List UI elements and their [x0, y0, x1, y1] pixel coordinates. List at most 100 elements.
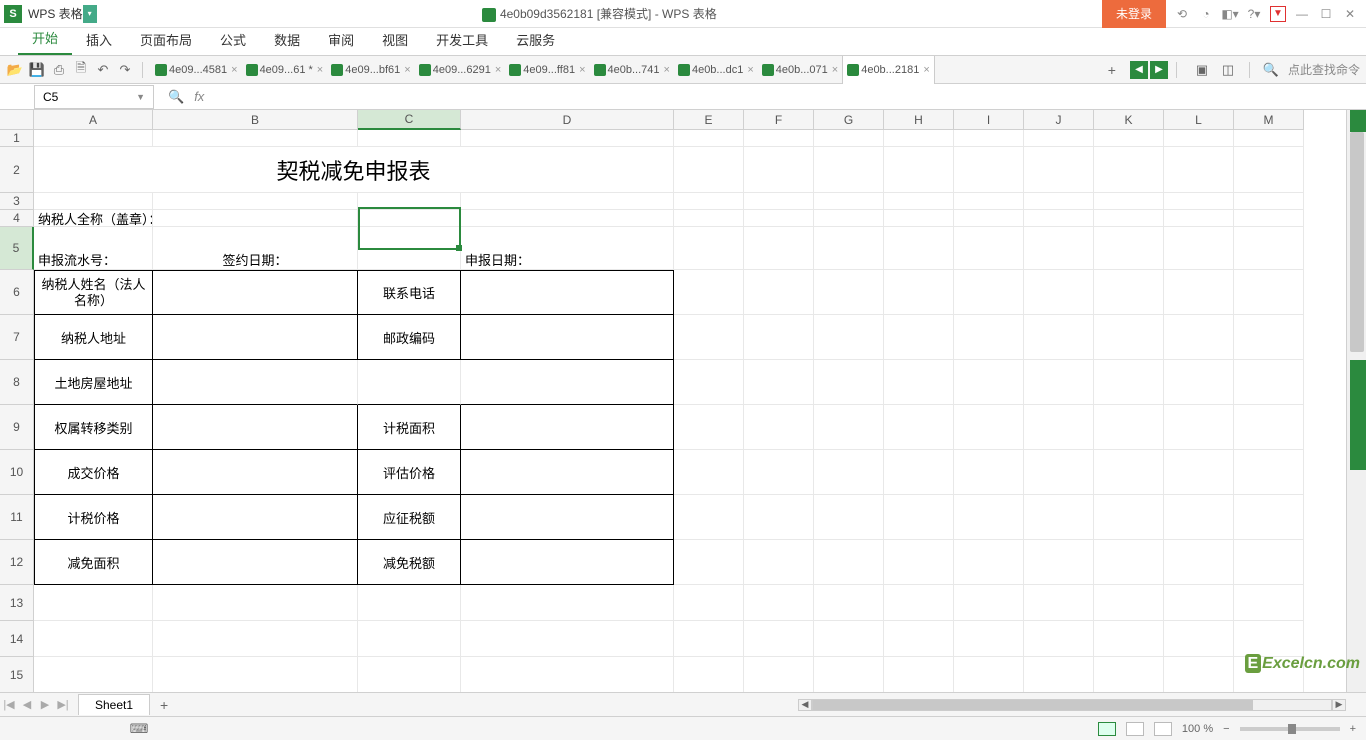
row-header-11[interactable]: 11: [0, 495, 34, 540]
cell-F9[interactable]: [744, 405, 814, 450]
cell-C5[interactable]: [358, 227, 461, 270]
cell-C1[interactable]: [358, 130, 461, 147]
cell-E6[interactable]: [674, 270, 744, 315]
login-button[interactable]: 未登录: [1102, 0, 1166, 28]
cell-A12[interactable]: 减免面积: [34, 540, 153, 585]
doc-tab-4[interactable]: 4e09...ff81×: [505, 56, 589, 84]
cell-D14[interactable]: [461, 621, 674, 657]
cell-K4[interactable]: [1094, 210, 1164, 227]
hscroll-right[interactable]: ▶: [1332, 699, 1346, 711]
cell-E1[interactable]: [674, 130, 744, 147]
cell-I13[interactable]: [954, 585, 1024, 621]
cell-H11[interactable]: [884, 495, 954, 540]
cell-J8[interactable]: [1024, 360, 1094, 405]
cell-F10[interactable]: [744, 450, 814, 495]
cell-I10[interactable]: [954, 450, 1024, 495]
cell-J11[interactable]: [1024, 495, 1094, 540]
cell-F7[interactable]: [744, 315, 814, 360]
cell-A10[interactable]: 成交价格: [34, 450, 153, 495]
col-header-H[interactable]: H: [884, 110, 954, 130]
cell-M3[interactable]: [1234, 193, 1304, 210]
chevron-down-icon[interactable]: ▼: [136, 92, 145, 102]
name-box[interactable]: C5 ▼: [34, 85, 154, 109]
fx-label[interactable]: fx: [194, 89, 204, 104]
cell-F8[interactable]: [744, 360, 814, 405]
cell-M13[interactable]: [1234, 585, 1304, 621]
cell-H2[interactable]: [884, 147, 954, 193]
menu-formula[interactable]: 公式: [206, 24, 260, 55]
cell-A15[interactable]: [34, 657, 153, 692]
cell-B7[interactable]: [153, 315, 358, 360]
cell-D12[interactable]: [461, 540, 674, 585]
search-icon[interactable]: 🔍: [1262, 61, 1280, 79]
hscroll-left[interactable]: ◀: [798, 699, 812, 711]
cell-M5[interactable]: [1234, 227, 1304, 270]
cell-G6[interactable]: [814, 270, 884, 315]
col-header-A[interactable]: A: [34, 110, 153, 130]
close-button[interactable]: ✕: [1342, 6, 1358, 22]
col-header-I[interactable]: I: [954, 110, 1024, 130]
view-break-icon[interactable]: [1154, 722, 1172, 736]
cell-J6[interactable]: [1024, 270, 1094, 315]
cell-H4[interactable]: [884, 210, 954, 227]
row-header-9[interactable]: 9: [0, 405, 34, 450]
cell-L11[interactable]: [1164, 495, 1234, 540]
cell-H13[interactable]: [884, 585, 954, 621]
cell-K1[interactable]: [1094, 130, 1164, 147]
col-header-E[interactable]: E: [674, 110, 744, 130]
fx-search-icon[interactable]: 🔍: [168, 89, 184, 105]
cell-L3[interactable]: [1164, 193, 1234, 210]
cell-M9[interactable]: [1234, 405, 1304, 450]
cell-A5[interactable]: 申报流水号：: [34, 227, 153, 270]
row-header-4[interactable]: 4: [0, 210, 34, 227]
view-page-icon[interactable]: [1126, 722, 1144, 736]
cell-M11[interactable]: [1234, 495, 1304, 540]
print-icon[interactable]: ⎙: [50, 61, 68, 79]
doc-tab-6[interactable]: 4e0b...dc1×: [674, 56, 758, 84]
cell-G13[interactable]: [814, 585, 884, 621]
cell-M2[interactable]: [1234, 147, 1304, 193]
grid[interactable]: ABCDEFGHIJKLM12契税减免申报表34纳税人全称（盖章）：5申报流水号…: [0, 110, 1366, 692]
cell-I6[interactable]: [954, 270, 1024, 315]
cell-K15[interactable]: [1094, 657, 1164, 692]
cell-C8[interactable]: [358, 360, 461, 405]
cell-L9[interactable]: [1164, 405, 1234, 450]
cell-B10[interactable]: [153, 450, 358, 495]
sheet-nav-prev[interactable]: ◀: [18, 696, 36, 714]
cell-L6[interactable]: [1164, 270, 1234, 315]
cell-H10[interactable]: [884, 450, 954, 495]
tab-scroll-left[interactable]: ◀: [1130, 61, 1148, 79]
cell-D1[interactable]: [461, 130, 674, 147]
cell-C3[interactable]: [358, 193, 461, 210]
cell-B11[interactable]: [153, 495, 358, 540]
cell-E11[interactable]: [674, 495, 744, 540]
cell-A8[interactable]: 土地房屋地址: [34, 360, 153, 405]
cell-I4[interactable]: [954, 210, 1024, 227]
cell-D10[interactable]: [461, 450, 674, 495]
hscroll-thumb[interactable]: [813, 700, 1253, 710]
close-icon[interactable]: ×: [495, 64, 501, 76]
cell-E2[interactable]: [674, 147, 744, 193]
cell-F11[interactable]: [744, 495, 814, 540]
cell-M6[interactable]: [1234, 270, 1304, 315]
view-normal-icon[interactable]: [1098, 722, 1116, 736]
row-header-6[interactable]: 6: [0, 270, 34, 315]
cell-K14[interactable]: [1094, 621, 1164, 657]
cell-L15[interactable]: [1164, 657, 1234, 692]
maximize-button[interactable]: ☐: [1318, 6, 1334, 22]
cell-B14[interactable]: [153, 621, 358, 657]
cell-H12[interactable]: [884, 540, 954, 585]
cell-J15[interactable]: [1024, 657, 1094, 692]
cell-D6[interactable]: [461, 270, 674, 315]
cell-E9[interactable]: [674, 405, 744, 450]
cell-H5[interactable]: [884, 227, 954, 270]
cell-A2[interactable]: 契税减免申报表: [34, 147, 674, 193]
cell-G15[interactable]: [814, 657, 884, 692]
cell-F4[interactable]: [744, 210, 814, 227]
cell-C13[interactable]: [358, 585, 461, 621]
cell-I3[interactable]: [954, 193, 1024, 210]
close-icon[interactable]: ×: [404, 64, 410, 76]
row-header-3[interactable]: 3: [0, 193, 34, 210]
row-header-10[interactable]: 10: [0, 450, 34, 495]
menu-review[interactable]: 审阅: [314, 24, 368, 55]
